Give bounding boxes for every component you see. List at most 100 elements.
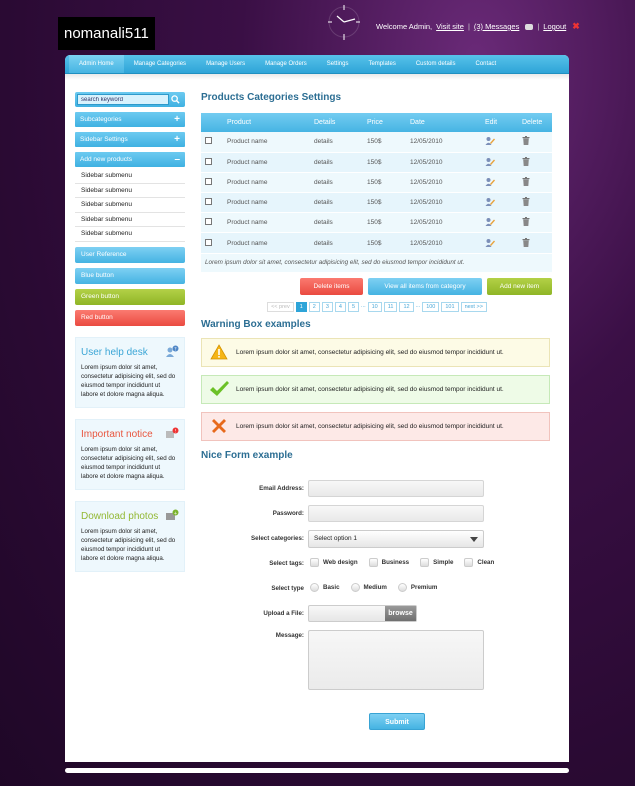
message-textarea[interactable] bbox=[308, 629, 484, 690]
trash-icon[interactable] bbox=[522, 176, 530, 186]
col-product[interactable]: Product bbox=[223, 113, 310, 132]
pager-page[interactable]: 100 bbox=[422, 301, 440, 312]
radio-button[interactable] bbox=[350, 582, 360, 592]
tag-option[interactable]: Web design bbox=[310, 557, 358, 567]
nav-item-admin-home[interactable]: Admin Home bbox=[69, 55, 124, 73]
col-price[interactable]: Price bbox=[363, 113, 406, 132]
form-title: Nice Form example bbox=[201, 449, 293, 461]
pager-page[interactable]: 11 bbox=[383, 301, 398, 312]
sidebar-section-add-products[interactable]: Add new products – bbox=[75, 152, 185, 167]
nav-item-manage-users[interactable]: Manage Users bbox=[196, 55, 255, 73]
row-checkbox[interactable] bbox=[205, 177, 212, 185]
pager-page[interactable]: 101 bbox=[441, 301, 459, 312]
pager-page[interactable]: 1 bbox=[295, 301, 307, 312]
file-input[interactable]: browse bbox=[308, 604, 417, 622]
radio-button[interactable] bbox=[397, 582, 407, 592]
nav-item-templates[interactable]: Templates bbox=[358, 55, 405, 73]
row-checkbox[interactable] bbox=[205, 238, 212, 246]
edit-icon[interactable] bbox=[485, 197, 495, 207]
email-field[interactable] bbox=[308, 479, 484, 497]
user-reference-button[interactable]: User Reference bbox=[75, 246, 185, 263]
delete-items-button[interactable]: Delete items bbox=[300, 277, 363, 295]
edit-icon[interactable] bbox=[485, 238, 495, 247]
plus-icon[interactable]: + bbox=[174, 112, 180, 127]
view-all-button[interactable]: View all items from category bbox=[368, 277, 482, 295]
edit-icon[interactable] bbox=[485, 217, 495, 227]
submit-button[interactable]: Submit bbox=[369, 712, 425, 730]
plus-icon[interactable]: + bbox=[174, 132, 180, 147]
search-input[interactable] bbox=[77, 94, 169, 105]
password-field[interactable] bbox=[308, 504, 484, 522]
pager-page[interactable]: 12 bbox=[399, 301, 414, 312]
row-checkbox[interactable] bbox=[205, 198, 212, 206]
notice-icon: ! bbox=[166, 427, 179, 438]
edit-cell bbox=[481, 132, 518, 153]
submit-row: Submit bbox=[201, 712, 553, 738]
submenu-item[interactable]: Sidebar submenu bbox=[75, 227, 185, 242]
password-label: Password: bbox=[272, 509, 304, 517]
col-date[interactable]: Date bbox=[406, 113, 481, 132]
categories-select[interactable]: Select option 1 bbox=[308, 529, 484, 548]
nav-item-manage-orders[interactable]: Manage Orders bbox=[255, 55, 317, 73]
pager-page[interactable]: 4 bbox=[334, 301, 346, 312]
trash-icon[interactable] bbox=[522, 237, 530, 247]
type-option[interactable]: Basic bbox=[310, 582, 340, 592]
logout-link[interactable]: Logout bbox=[543, 22, 566, 31]
tag-option[interactable]: Simple bbox=[420, 557, 453, 567]
radio-button[interactable] bbox=[310, 582, 319, 592]
checkbox[interactable] bbox=[464, 557, 474, 567]
close-icon[interactable]: ✖ bbox=[572, 21, 580, 32]
red-button[interactable]: Red button bbox=[75, 309, 185, 326]
checkbox[interactable] bbox=[420, 557, 430, 567]
edit-cell bbox=[481, 212, 518, 234]
pager-prev[interactable]: << prev bbox=[267, 301, 294, 312]
pager-next[interactable]: next >> bbox=[460, 301, 487, 312]
trash-icon[interactable] bbox=[522, 217, 530, 227]
checkbox[interactable] bbox=[368, 557, 378, 567]
minus-icon[interactable]: – bbox=[174, 152, 180, 167]
tag-option[interactable]: Business bbox=[368, 557, 409, 567]
blue-button[interactable]: Blue button bbox=[75, 267, 185, 284]
details-cell: details bbox=[310, 172, 363, 194]
site-logo[interactable]: nomanali511 bbox=[58, 17, 155, 50]
file-row: Upload a File: browse bbox=[201, 604, 553, 630]
nav-item-manage-categories[interactable]: Manage Categories bbox=[124, 55, 196, 73]
col-details[interactable]: Details bbox=[310, 113, 363, 132]
edit-icon[interactable] bbox=[485, 157, 495, 166]
submenu-item[interactable]: Sidebar submenu bbox=[75, 198, 185, 213]
trash-icon[interactable] bbox=[522, 136, 530, 146]
search-icon[interactable] bbox=[169, 94, 181, 105]
row-checkbox[interactable] bbox=[205, 218, 212, 226]
green-button[interactable]: Green button bbox=[75, 288, 185, 305]
nav-item-contact[interactable]: Contact bbox=[466, 55, 507, 73]
nav-item-custom-details[interactable]: Custom details bbox=[406, 55, 466, 73]
error-box: Lorem ipsum dolor sit amet, consectetur … bbox=[201, 411, 550, 441]
trash-icon[interactable] bbox=[522, 156, 530, 166]
edit-icon[interactable] bbox=[485, 177, 495, 186]
row-checkbox[interactable] bbox=[205, 157, 212, 165]
tag-option[interactable]: Clean bbox=[464, 557, 494, 567]
row-checkbox[interactable] bbox=[205, 137, 212, 145]
submenu-item[interactable]: Sidebar submenu bbox=[75, 169, 185, 184]
date-cell: 12/05/2010 bbox=[406, 212, 481, 234]
submenu-item[interactable]: Sidebar submenu bbox=[75, 213, 185, 227]
sidebar-section-subcategories[interactable]: Subcategories + bbox=[75, 112, 185, 127]
checkbox[interactable] bbox=[310, 557, 319, 567]
submenu-item[interactable]: Sidebar submenu bbox=[75, 184, 185, 198]
type-option[interactable]: Medium bbox=[350, 582, 387, 592]
nav-item-settings[interactable]: Settings bbox=[317, 55, 359, 73]
pager-page[interactable]: 5 bbox=[347, 301, 360, 312]
sidebar-section-settings[interactable]: Sidebar Settings + bbox=[75, 132, 185, 147]
trash-icon[interactable] bbox=[522, 197, 530, 207]
visit-site-link[interactable]: Visit site bbox=[436, 22, 464, 31]
edit-icon[interactable] bbox=[485, 136, 495, 146]
price-cell: 150$ bbox=[363, 172, 406, 194]
messages-link[interactable]: (3) Messages bbox=[474, 22, 519, 31]
pager-ellipsis: ... bbox=[415, 302, 421, 309]
add-new-item-button[interactable]: Add new item bbox=[487, 277, 552, 295]
pager-page[interactable]: 10 bbox=[367, 301, 382, 312]
pager-page[interactable]: 3 bbox=[321, 301, 333, 312]
pager-page[interactable]: 2 bbox=[308, 301, 320, 312]
browse-button[interactable]: browse bbox=[385, 605, 416, 621]
type-option[interactable]: Premium bbox=[397, 582, 437, 592]
